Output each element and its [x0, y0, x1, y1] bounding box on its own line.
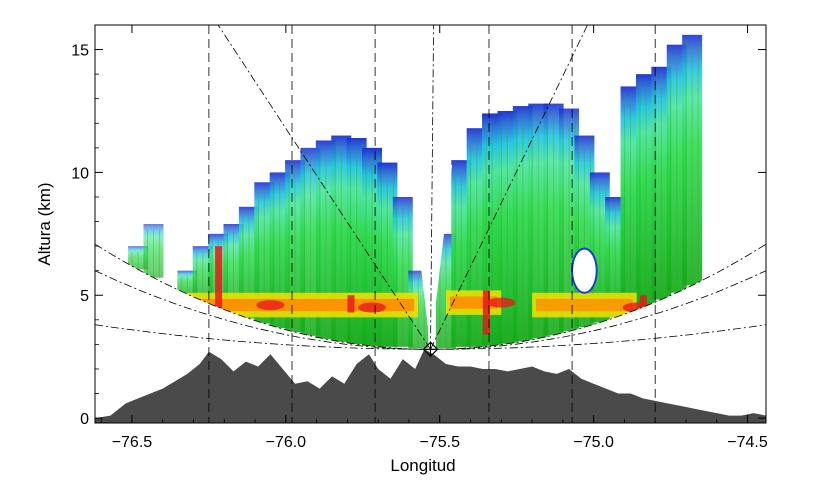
- radar-cross-section-chart: −76.5 −76.0 −75.5 −75.0 −74.5 0 5 10 15 Longitu…: [35, 24, 768, 475]
- x-tick-label: −75.0: [573, 434, 614, 451]
- heavy-rain-column: [347, 295, 355, 313]
- y-tick-label: 0: [80, 411, 89, 428]
- x-tick-label: −76.0: [266, 434, 307, 451]
- echo-hole: [571, 247, 598, 294]
- x-tick-label: −75.5: [419, 434, 460, 451]
- x-axis-title: Longitud: [390, 456, 455, 475]
- y-tick-label: 10: [71, 165, 89, 182]
- y-tick-label: 15: [71, 43, 89, 60]
- y-tick-label: 5: [80, 288, 89, 305]
- bright-band-peak: [487, 297, 516, 308]
- y-axis-title: Altura (km): [35, 182, 54, 265]
- bright-band-peak: [256, 300, 285, 311]
- x-tick-label: −74.5: [727, 434, 768, 451]
- echo-hole-outline: [571, 247, 598, 294]
- bright-band-core: [536, 298, 633, 312]
- x-tick-label: −76.5: [112, 434, 153, 451]
- plot-area: [95, 25, 766, 423]
- bright-band-peak: [358, 302, 387, 313]
